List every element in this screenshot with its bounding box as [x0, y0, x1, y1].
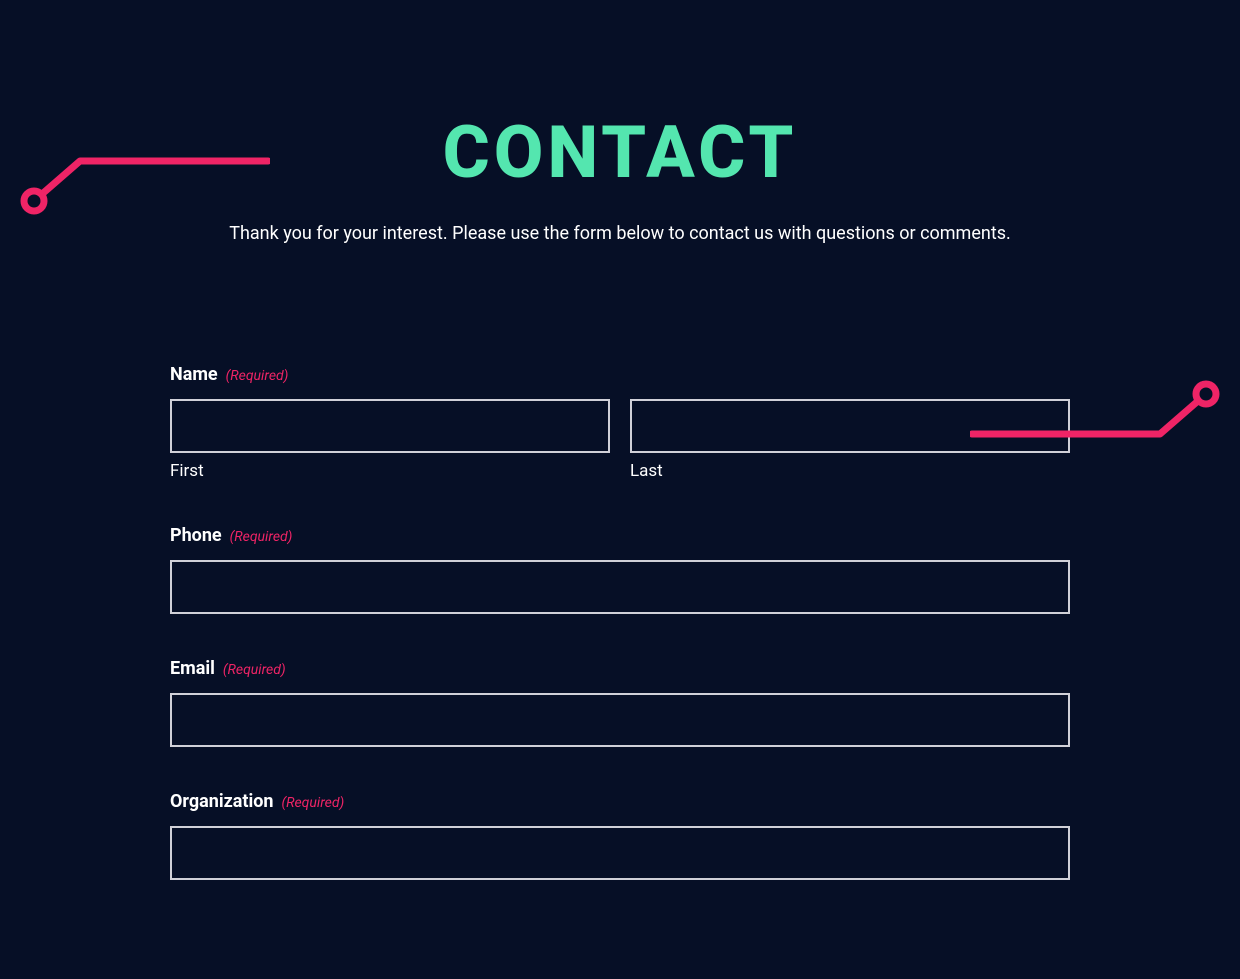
first-name-sublabel: First	[170, 461, 610, 481]
phone-label: Phone	[170, 525, 222, 546]
last-name-sublabel: Last	[630, 461, 1070, 481]
email-input[interactable]	[170, 693, 1070, 747]
last-name-input[interactable]	[630, 399, 1070, 453]
phone-field-group: Phone (Required)	[170, 525, 1070, 614]
name-label: Name	[170, 364, 218, 385]
first-name-input[interactable]	[170, 399, 610, 453]
phone-input[interactable]	[170, 560, 1070, 614]
page-subtitle: Thank you for your interest. Please use …	[0, 223, 1240, 244]
contact-form: Name (Required) First Last Phone (Requir…	[170, 364, 1070, 880]
email-required-tag: (Required)	[223, 662, 286, 678]
email-field-group: Email (Required)	[170, 658, 1070, 747]
organization-required-tag: (Required)	[281, 795, 344, 811]
name-field-group: Name (Required) First Last	[170, 364, 1070, 481]
organization-input[interactable]	[170, 826, 1070, 880]
page-title: CONTACT	[0, 110, 1240, 195]
name-required-tag: (Required)	[226, 368, 289, 384]
phone-required-tag: (Required)	[230, 529, 293, 545]
organization-label: Organization	[170, 791, 274, 812]
organization-field-group: Organization (Required)	[170, 791, 1070, 880]
email-label: Email	[170, 658, 215, 679]
